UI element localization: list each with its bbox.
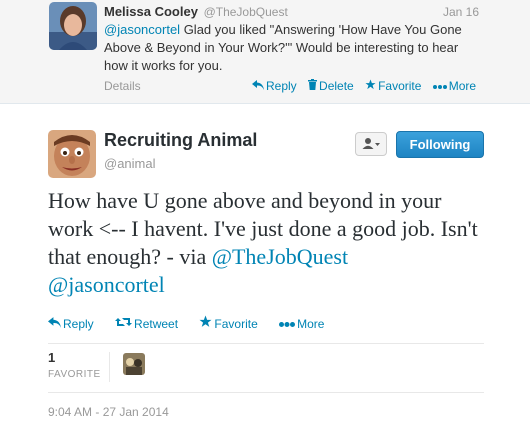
reply-more-button[interactable]: More <box>432 79 477 93</box>
more-button[interactable]: More <box>279 317 324 331</box>
reply-avatar[interactable] <box>49 2 97 50</box>
favorite-count-label: FAVORITE <box>48 369 101 380</box>
reply-tweet[interactable]: Melissa Cooley @TheJobQuest Jan 16 @jaso… <box>0 0 530 104</box>
retweet-label: Retweet <box>134 317 179 331</box>
more-dots-icon <box>279 317 296 331</box>
main-avatar[interactable] <box>48 130 96 178</box>
mention-link-thejobquest[interactable]: @TheJobQuest <box>212 244 348 269</box>
reply-footer: Details Reply Delete Favorite More <box>104 79 484 93</box>
reply-timestamp[interactable]: Jan 16 <box>443 5 479 19</box>
following-button[interactable]: Following <box>396 131 484 158</box>
reply-favorite-label: Favorite <box>378 79 422 93</box>
author-name[interactable]: Recruiting Animal <box>104 130 257 151</box>
divider <box>48 343 484 344</box>
reply-author-handle[interactable]: @TheJobQuest <box>204 5 288 19</box>
star-icon <box>365 79 376 93</box>
reply-icon <box>48 317 61 331</box>
reply-text: @jasoncortel Glad you liked "Answering '… <box>104 21 464 75</box>
reply-mention-link[interactable]: @jasoncortel <box>104 22 180 37</box>
reply-header: Melissa Cooley @TheJobQuest <box>104 4 494 19</box>
user-actions-dropdown[interactable] <box>355 132 387 156</box>
reply-button[interactable]: Reply <box>48 317 97 331</box>
tweet-text: How have U gone above and beyond in your… <box>48 187 488 299</box>
more-dots-icon <box>432 79 447 93</box>
favorite-count[interactable]: 1 <box>48 350 55 365</box>
user-dropdown-icon <box>356 138 386 159</box>
retweet-button[interactable]: Retweet <box>115 317 181 331</box>
more-label: More <box>297 317 325 331</box>
reply-author-name[interactable]: Melissa Cooley <box>104 4 198 19</box>
reply-label: Reply <box>63 317 94 331</box>
reply-actions: Reply Delete Favorite More <box>252 79 484 93</box>
favorite-button[interactable]: Favorite <box>199 315 261 331</box>
trash-icon <box>308 79 318 93</box>
reply-delete-label: Delete <box>319 79 354 93</box>
reply-reply-button[interactable]: Reply <box>252 79 300 93</box>
reply-icon <box>252 79 264 93</box>
mention-link-jasoncortel[interactable]: @jasoncortel <box>48 272 165 297</box>
favoriter-avatar[interactable] <box>123 353 145 375</box>
reply-reply-label: Reply <box>266 79 297 93</box>
tweet-actions: Reply Retweet Favorite More <box>48 315 342 331</box>
reply-favorite-button[interactable]: Favorite <box>365 79 425 93</box>
retweet-icon <box>115 316 133 331</box>
star-icon <box>199 315 212 331</box>
stats-divider <box>109 352 110 382</box>
favorite-label: Favorite <box>214 317 258 331</box>
tweet-timestamp[interactable]: 9:04 AM - 27 Jan 2014 <box>48 405 169 419</box>
reply-delete-button[interactable]: Delete <box>308 79 357 93</box>
author-handle[interactable]: @animal <box>104 156 156 171</box>
divider <box>48 392 484 393</box>
reply-details-link[interactable]: Details <box>104 79 141 93</box>
reply-more-label: More <box>448 79 477 93</box>
